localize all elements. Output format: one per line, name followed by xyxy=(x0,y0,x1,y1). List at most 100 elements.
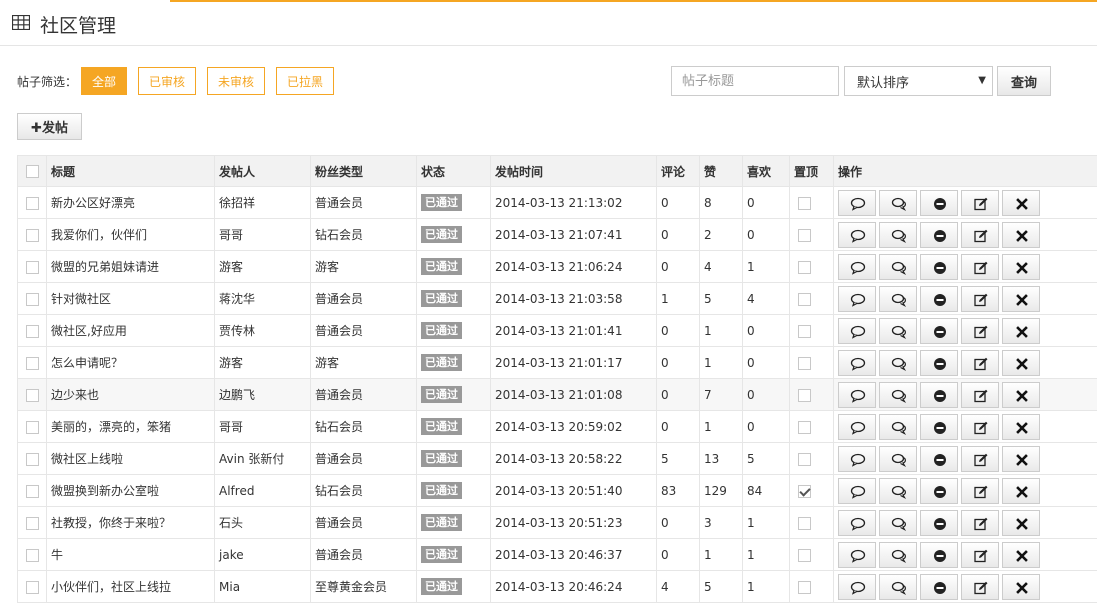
edit-button[interactable] xyxy=(961,477,999,504)
search-input[interactable] xyxy=(671,66,839,96)
replies-button[interactable] xyxy=(879,253,917,280)
comment-button[interactable] xyxy=(838,541,876,568)
replies-button[interactable] xyxy=(879,541,917,568)
replies-button[interactable] xyxy=(879,381,917,408)
delete-button[interactable] xyxy=(1002,413,1040,440)
row-checkbox[interactable] xyxy=(26,356,39,370)
pin-checkbox[interactable] xyxy=(798,580,811,594)
edit-button[interactable] xyxy=(961,317,999,344)
delete-button[interactable] xyxy=(1002,285,1040,312)
edit-button[interactable] xyxy=(961,349,999,376)
block-button[interactable] xyxy=(920,253,958,280)
delete-button[interactable] xyxy=(1002,509,1040,536)
select-all-checkbox[interactable] xyxy=(26,165,39,178)
block-button[interactable] xyxy=(920,285,958,312)
edit-button[interactable] xyxy=(961,509,999,536)
filter-blacklisted-button[interactable]: 已拉黑 xyxy=(276,67,334,95)
replies-button[interactable] xyxy=(879,317,917,344)
edit-button[interactable] xyxy=(961,221,999,248)
row-checkbox[interactable] xyxy=(26,324,39,338)
edit-button[interactable] xyxy=(961,413,999,440)
comment-button[interactable] xyxy=(838,285,876,312)
pin-checkbox[interactable] xyxy=(798,548,811,562)
replies-button[interactable] xyxy=(879,221,917,248)
filter-all-button[interactable]: 全部 xyxy=(81,67,127,95)
delete-button[interactable] xyxy=(1002,317,1040,344)
comment-button[interactable] xyxy=(838,413,876,440)
pin-checkbox[interactable] xyxy=(798,420,811,434)
comment-button[interactable] xyxy=(838,349,876,376)
delete-button[interactable] xyxy=(1002,573,1040,600)
block-button[interactable] xyxy=(920,317,958,344)
comment-button[interactable] xyxy=(838,253,876,280)
replies-button[interactable] xyxy=(879,509,917,536)
block-button[interactable] xyxy=(920,445,958,472)
row-checkbox[interactable] xyxy=(26,484,39,498)
replies-button[interactable] xyxy=(879,413,917,440)
filter-unapproved-button[interactable]: 未审核 xyxy=(207,67,265,95)
edit-button[interactable] xyxy=(961,381,999,408)
block-button[interactable] xyxy=(920,541,958,568)
row-checkbox[interactable] xyxy=(26,452,39,466)
filter-approved-button[interactable]: 已审核 xyxy=(138,67,196,95)
block-button[interactable] xyxy=(920,381,958,408)
row-checkbox[interactable] xyxy=(26,292,39,306)
pin-checkbox[interactable] xyxy=(798,292,811,306)
comment-button[interactable] xyxy=(838,573,876,600)
delete-button[interactable] xyxy=(1002,445,1040,472)
pin-checkbox[interactable] xyxy=(798,196,811,210)
replies-button[interactable] xyxy=(879,285,917,312)
comment-button[interactable] xyxy=(838,189,876,216)
comment-button[interactable] xyxy=(838,381,876,408)
row-checkbox[interactable] xyxy=(26,420,39,434)
block-button[interactable] xyxy=(920,221,958,248)
block-button[interactable] xyxy=(920,509,958,536)
delete-button[interactable] xyxy=(1002,541,1040,568)
comment-button[interactable] xyxy=(838,221,876,248)
row-checkbox[interactable] xyxy=(26,388,39,402)
pin-checkbox[interactable] xyxy=(798,260,811,274)
sort-select[interactable]: 默认排序 ▼ xyxy=(844,66,993,96)
edit-button[interactable] xyxy=(961,573,999,600)
replies-button[interactable] xyxy=(879,573,917,600)
row-checkbox[interactable] xyxy=(26,196,39,210)
replies-button[interactable] xyxy=(879,477,917,504)
replies-button[interactable] xyxy=(879,445,917,472)
row-checkbox[interactable] xyxy=(26,516,39,530)
pin-checkbox[interactable] xyxy=(798,388,811,402)
edit-button[interactable] xyxy=(961,285,999,312)
replies-button[interactable] xyxy=(879,189,917,216)
block-button[interactable] xyxy=(920,189,958,216)
edit-button[interactable] xyxy=(961,445,999,472)
edit-button[interactable] xyxy=(961,541,999,568)
delete-button[interactable] xyxy=(1002,221,1040,248)
pin-checkbox[interactable] xyxy=(798,228,811,242)
new-post-button[interactable]: ✚发帖 xyxy=(17,113,82,140)
row-checkbox[interactable] xyxy=(26,228,39,242)
pin-checkbox[interactable] xyxy=(798,356,811,370)
delete-button[interactable] xyxy=(1002,477,1040,504)
query-button[interactable]: 查询 xyxy=(997,66,1051,96)
pin-checkbox[interactable] xyxy=(798,484,811,498)
pin-checkbox[interactable] xyxy=(798,516,811,530)
pin-checkbox[interactable] xyxy=(798,324,811,338)
row-checkbox[interactable] xyxy=(26,548,39,562)
comment-button[interactable] xyxy=(838,509,876,536)
comment-button[interactable] xyxy=(838,445,876,472)
block-button[interactable] xyxy=(920,477,958,504)
block-button[interactable] xyxy=(920,573,958,600)
block-button[interactable] xyxy=(920,349,958,376)
delete-button[interactable] xyxy=(1002,381,1040,408)
comment-button[interactable] xyxy=(838,477,876,504)
row-checkbox[interactable] xyxy=(26,260,39,274)
comment-button[interactable] xyxy=(838,317,876,344)
delete-button[interactable] xyxy=(1002,189,1040,216)
delete-button[interactable] xyxy=(1002,349,1040,376)
pin-checkbox[interactable] xyxy=(798,452,811,466)
edit-button[interactable] xyxy=(961,189,999,216)
row-checkbox[interactable] xyxy=(26,580,39,594)
block-button[interactable] xyxy=(920,413,958,440)
edit-button[interactable] xyxy=(961,253,999,280)
delete-button[interactable] xyxy=(1002,253,1040,280)
replies-button[interactable] xyxy=(879,349,917,376)
